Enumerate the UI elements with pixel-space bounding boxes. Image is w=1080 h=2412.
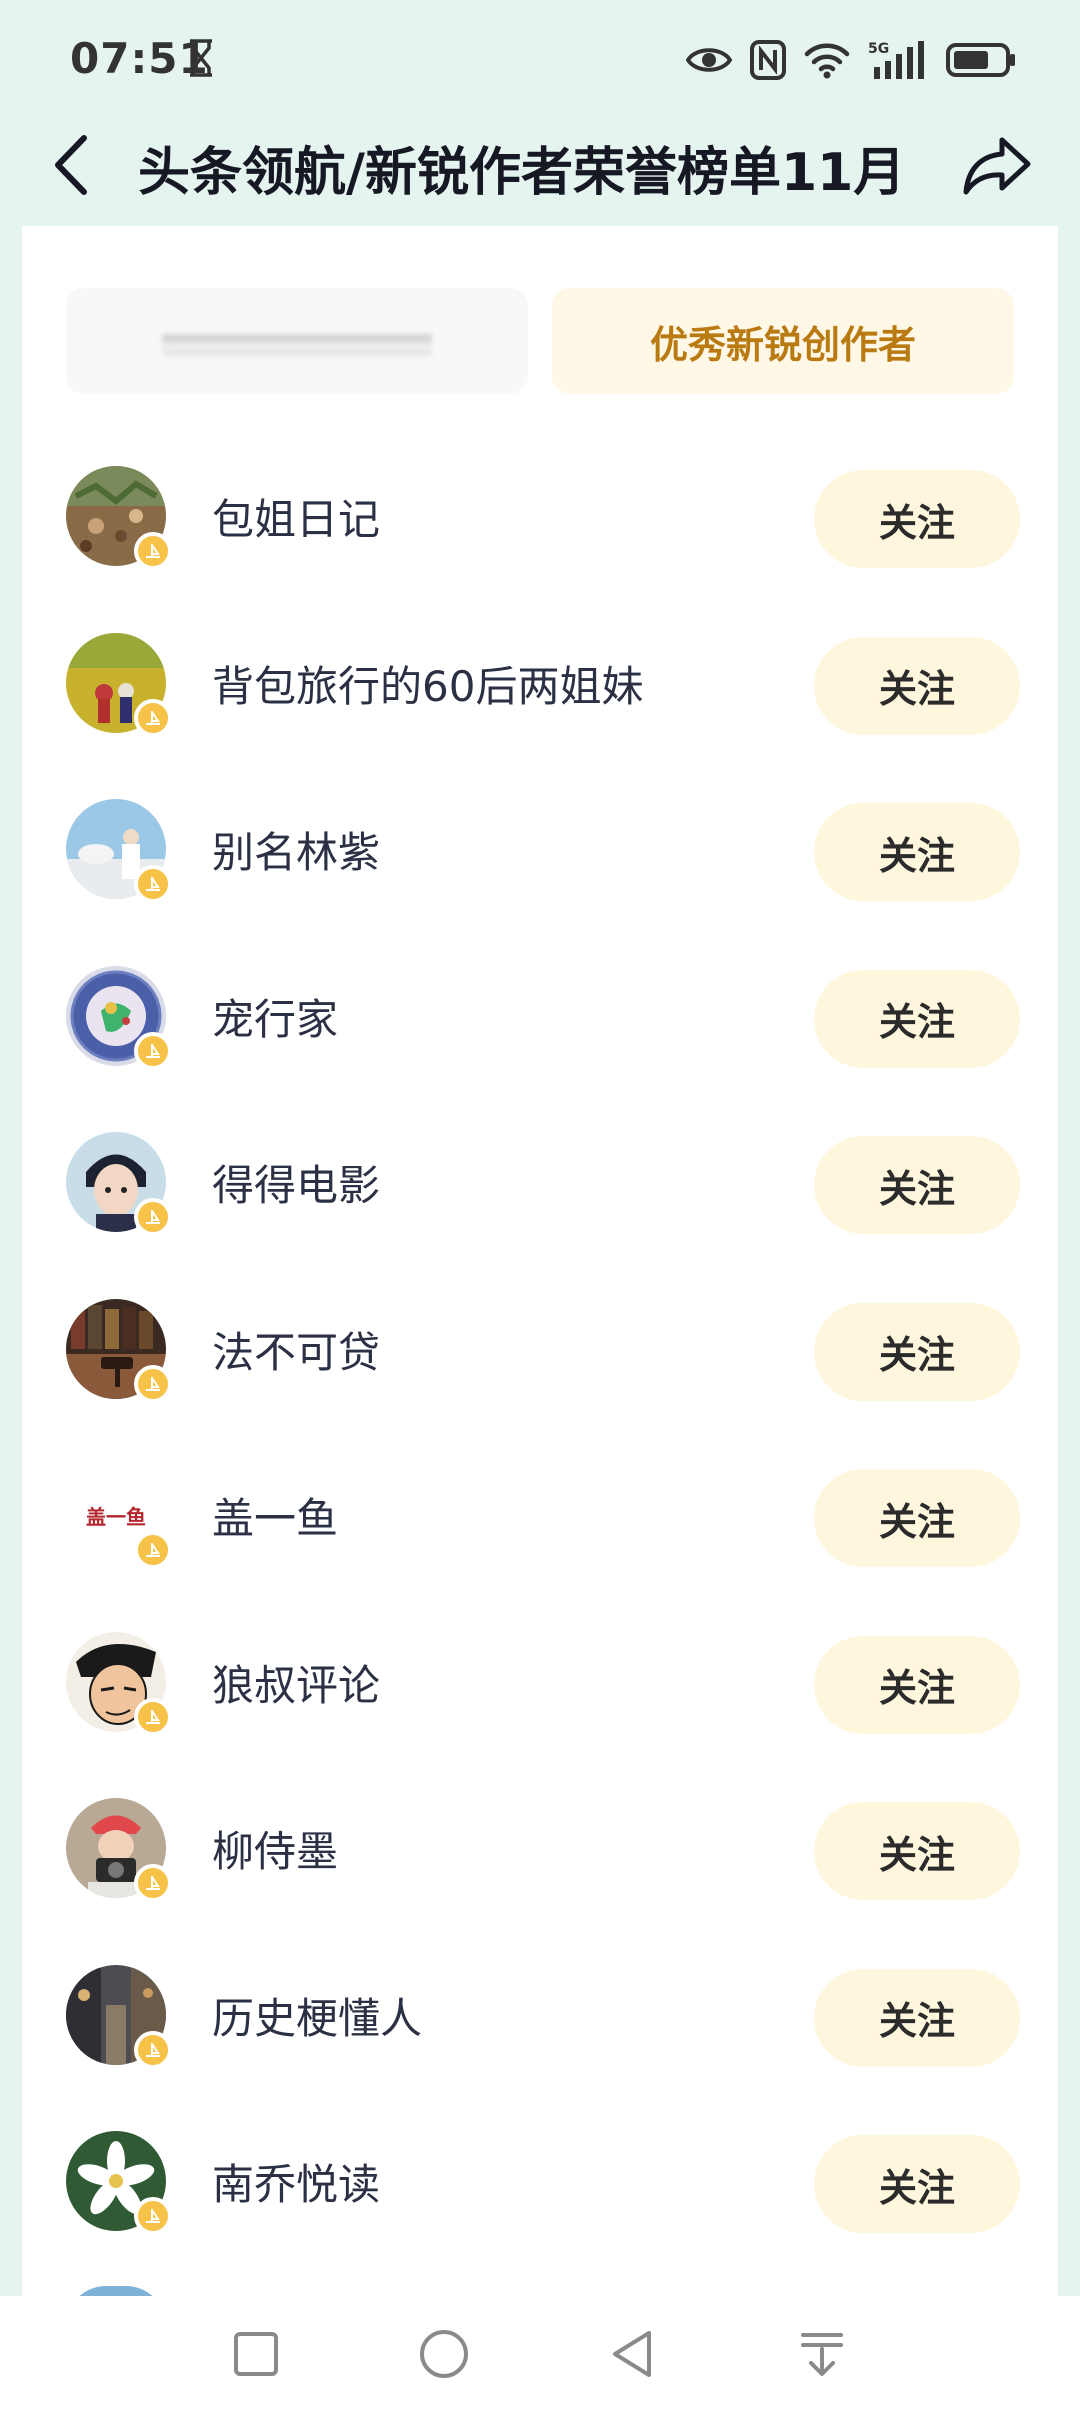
author-list: 包姐日记 关注 背包旅行的60后两姐妹 关注 别名林紫 关注 宠行家 关注 得得… [22, 436, 1058, 2268]
follow-button[interactable]: 关注 [814, 1968, 1020, 2067]
follow-button[interactable]: 关注 [814, 1469, 1020, 1567]
eye-icon [686, 48, 732, 72]
tab-excellent-new-creators[interactable]: 优秀新锐创作者 [552, 288, 1014, 394]
arrow-down-notification-icon[interactable] [792, 2324, 852, 2384]
author-name: 别名林紫 [212, 828, 381, 877]
author-name: 法不可贷 [212, 1327, 381, 1377]
author-row[interactable]: 盖一鱼 盖一鱼 关注 [22, 1435, 1058, 1602]
author-name: 历史梗懂人 [212, 1993, 423, 2043]
status-bar: 07:51 5G [0, 0, 1080, 120]
avatar[interactable] [66, 1631, 172, 1736]
triangle-back-icon[interactable] [602, 2324, 662, 2384]
avatar[interactable] [66, 1132, 172, 1236]
avatar[interactable] [66, 965, 172, 1070]
author-row[interactable]: 柳侍墨 关注 [22, 1768, 1058, 1935]
nfc-icon [750, 40, 786, 80]
avatar[interactable] [66, 799, 172, 903]
author-row[interactable]: 宠行家 关注 [22, 936, 1058, 1103]
creator-badge-icon [134, 865, 172, 903]
author-row[interactable]: 历史梗懂人 关注 [22, 1935, 1058, 2102]
avatar-text: 盖一鱼 [86, 1504, 146, 1529]
blurred-label [162, 330, 432, 356]
author-name: 盖一鱼 [212, 1494, 339, 1543]
avatar[interactable] [66, 466, 172, 570]
author-row[interactable]: 法不可贷 关注 [22, 1269, 1058, 1436]
follow-button[interactable]: 关注 [814, 1302, 1020, 1401]
author-name: 背包旅行的60后两姐妹 [212, 661, 644, 711]
share-icon[interactable] [962, 134, 1032, 198]
page-title: 头条领航/新锐作者荣誉榜单11月 [138, 143, 906, 203]
follow-button[interactable]: 关注 [814, 470, 1020, 568]
author-row-partial [66, 2286, 166, 2296]
svg-text:5G: 5G [868, 41, 889, 57]
signal-5g-icon: 5G [868, 41, 924, 79]
follow-button[interactable]: 关注 [814, 1136, 1020, 1234]
creator-badge-icon [134, 1364, 172, 1403]
creator-badge-icon [134, 2197, 172, 2235]
author-name: 宠行家 [212, 994, 339, 1044]
follow-button[interactable]: 关注 [814, 969, 1020, 1068]
follow-button[interactable]: 关注 [814, 636, 1020, 735]
square-recents-icon[interactable] [226, 2324, 286, 2384]
battery-icon [946, 43, 1015, 77]
header: 头条领航/新锐作者荣誉榜单11月 [0, 110, 1080, 220]
follow-button[interactable]: 关注 [814, 2135, 1020, 2233]
author-name: 狼叔评论 [212, 1660, 381, 1710]
circle-home-icon[interactable] [414, 2324, 474, 2384]
tab-blurred[interactable] [66, 288, 528, 394]
author-name: 柳侍墨 [212, 1827, 339, 1876]
back-arrow-icon[interactable] [46, 130, 96, 200]
content-card: 优秀新锐创作者 包姐日记 关注 背包旅行的60后两姐妹 关注 别名林紫 关注 宠… [22, 226, 1058, 2296]
author-row[interactable]: 狼叔评论 关注 [22, 1602, 1058, 1769]
status-icons: 5G [686, 36, 1016, 84]
avatar[interactable] [66, 1298, 172, 1403]
creator-badge-icon [134, 2030, 172, 2069]
creator-badge-icon [134, 1031, 172, 1070]
category-tabs: 优秀新锐创作者 [66, 288, 1014, 398]
author-row[interactable]: 得得电影 关注 [22, 1102, 1058, 1269]
avatar[interactable] [66, 632, 172, 737]
author-row[interactable]: 背包旅行的60后两姐妹 关注 [22, 603, 1058, 770]
author-name: 得得电影 [212, 1161, 381, 1210]
creator-badge-icon [134, 532, 172, 570]
avatar[interactable] [66, 1798, 172, 1902]
creator-badge-icon [134, 1198, 172, 1236]
author-row[interactable]: 南乔悦读 关注 [22, 2101, 1058, 2268]
author-name: 包姐日记 [212, 495, 381, 544]
follow-button[interactable]: 关注 [814, 1802, 1020, 1900]
avatar[interactable] [66, 2131, 172, 2235]
creator-badge-icon [134, 1697, 172, 1736]
author-row[interactable]: 包姐日记 关注 [22, 436, 1058, 603]
avatar[interactable]: 盖一鱼 [66, 1465, 172, 1569]
creator-badge-icon [134, 698, 172, 737]
author-row[interactable]: 别名林紫 关注 [22, 769, 1058, 936]
follow-button[interactable]: 关注 [814, 1635, 1020, 1734]
hourglass-icon [190, 39, 212, 77]
avatar[interactable] [66, 1964, 172, 2069]
creator-badge-icon [134, 1864, 172, 1902]
follow-button[interactable]: 关注 [814, 803, 1020, 901]
system-nav-bar [0, 2296, 1080, 2412]
creator-badge-icon [134, 1531, 172, 1569]
author-name: 南乔悦读 [212, 2160, 381, 2209]
wifi-icon [804, 43, 850, 79]
